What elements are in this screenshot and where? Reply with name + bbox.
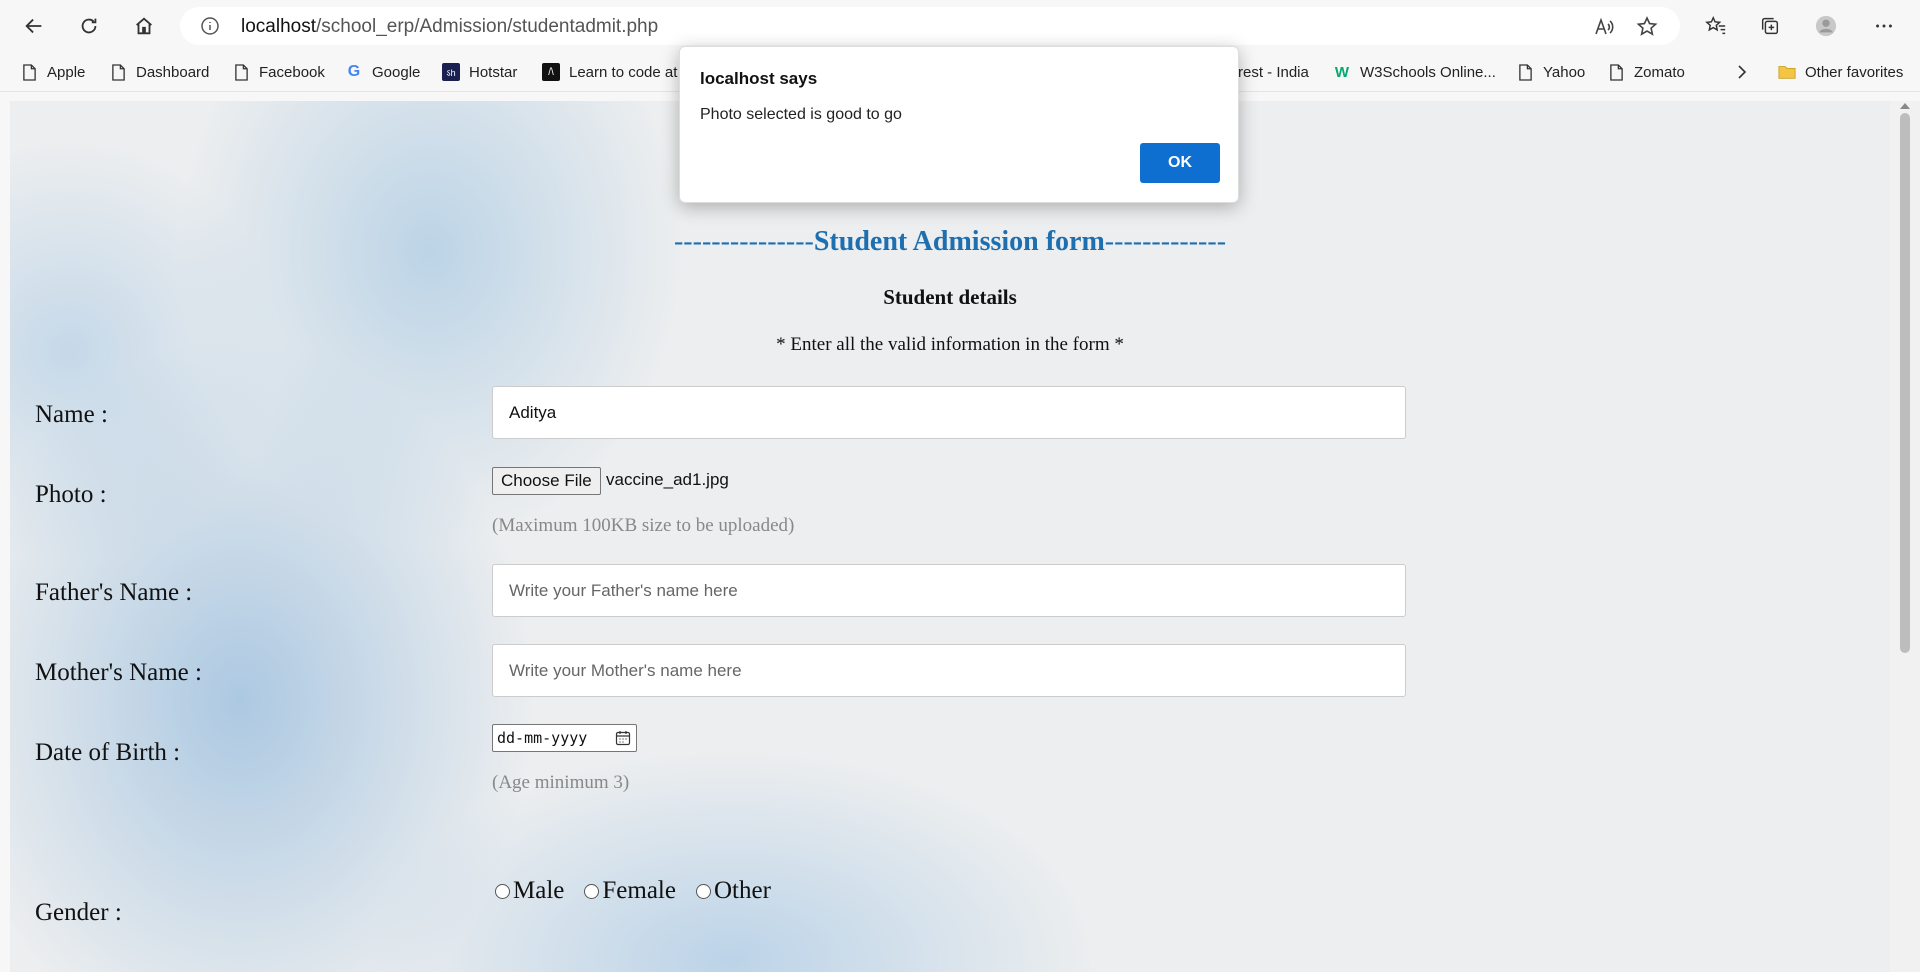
code-icon: /\ [542,63,560,81]
bookmark-yahoo[interactable]: Yahoo [1516,59,1585,85]
read-aloud-icon[interactable] [1592,15,1616,39]
ok-button[interactable]: OK [1140,143,1220,183]
gender-label: Gender : [35,899,122,926]
photo-label: Photo : [35,481,107,508]
more-menu-icon[interactable] [1866,8,1902,44]
page-icon [1607,63,1625,81]
gender-other-label[interactable]: Other [714,877,771,905]
bookmark-google[interactable]: G Google [345,59,421,85]
calendar-icon[interactable] [615,730,631,746]
photo-hint: (Maximum 100KB size to be uploaded) [492,515,795,536]
bookmark-label: Google [372,63,421,81]
page-icon [1516,63,1534,81]
bookmark-label: rest - India [1238,63,1309,81]
browser-toolbar: localhost/school_erp/Admission/studentad… [0,0,1920,52]
gender-male-radio[interactable] [495,883,510,899]
name-label: Name : [35,401,108,428]
mother-name-label: Mother's Name : [35,659,202,686]
bookmark-label: W3Schools Online... [1360,63,1496,81]
site-info-icon[interactable] [200,16,220,36]
dob-hint: (Age minimum 3) [492,772,630,793]
bookmark-learn-to-code[interactable]: /\ Learn to code at [542,59,677,85]
gender-female-label[interactable]: Female [602,877,676,905]
refresh-icon[interactable] [71,8,107,44]
other-favorites-label: Other favorites [1805,63,1904,81]
scrollbar-thumb[interactable] [1900,113,1910,653]
back-icon[interactable] [16,8,52,44]
bookmark-label: Facebook [259,63,325,81]
selected-file-name: vaccine_ad1.jpg [606,470,729,489]
bookmark-dashboard[interactable]: Dashboard [109,59,209,85]
dob-placeholder: dd-mm-yyyy [497,729,588,747]
url-text: localhost/school_erp/Admission/studentad… [241,16,659,37]
bookmark-label: Dashboard [136,63,210,81]
google-icon: G [347,63,361,80]
page-scrollbar[interactable] [1890,101,1920,972]
dialog-message: Photo selected is good to go [700,106,902,123]
bookmark-label: Learn to code at [569,63,678,81]
add-favorite-icon[interactable] [1635,15,1659,39]
page-content: ---------------Student Admission form---… [10,101,1890,972]
bookmark-pinterest[interactable]: rest - India [1238,59,1309,85]
favorites-icon[interactable] [1698,8,1734,44]
page-icon [109,63,127,81]
bookmark-apple[interactable]: Apple [20,59,85,85]
page-icon [20,63,38,81]
home-icon[interactable] [126,8,162,44]
name-input[interactable] [492,386,1406,439]
folder-icon [1778,63,1796,81]
bookmark-label: Hotstar [469,63,518,81]
collections-icon[interactable] [1752,8,1788,44]
profile-avatar-icon[interactable] [1808,8,1844,44]
page-icon [232,63,250,81]
choose-file-button[interactable]: Choose File [492,467,601,495]
father-name-label: Father's Name : [35,579,193,606]
chevron-right-icon[interactable] [1736,59,1748,85]
father-name-input[interactable] [492,564,1406,617]
dialog-title: localhost says [700,69,818,88]
bookmark-hotstar[interactable]: ऽh Hotstar [442,59,517,85]
bookmark-label: Yahoo [1543,63,1586,81]
form-subtitle: Student details [883,285,1017,309]
other-favorites[interactable]: Other favorites [1778,59,1903,85]
form-title: ---------------Student Admission form---… [673,226,1227,257]
scroll-up-icon[interactable] [1900,103,1910,109]
address-bar[interactable]: localhost/school_erp/Admission/studentad… [180,7,1680,45]
bookmark-w3schools[interactable]: W W3Schools Online... [1333,59,1496,85]
bookmark-facebook[interactable]: Facebook [232,59,325,85]
bookmark-label: Apple [47,63,86,81]
w3schools-icon: W [1334,63,1350,81]
gender-female-radio[interactable] [584,883,600,899]
gender-radio-group: Male Female Other [495,877,791,905]
bookmark-zomato[interactable]: Zomato [1607,59,1685,85]
gender-other-radio[interactable] [695,883,711,899]
form-note: * Enter all the valid information in the… [776,334,1124,355]
mother-name-input[interactable] [492,644,1406,697]
alert-dialog: localhost says Photo selected is good to… [679,46,1239,203]
gender-male-label[interactable]: Male [513,877,564,905]
dob-label: Date of Birth : [35,739,181,766]
hotstar-icon: ऽh [442,63,460,81]
bookmark-label: Zomato [1634,63,1685,81]
dob-input[interactable]: dd-mm-yyyy [492,724,637,752]
